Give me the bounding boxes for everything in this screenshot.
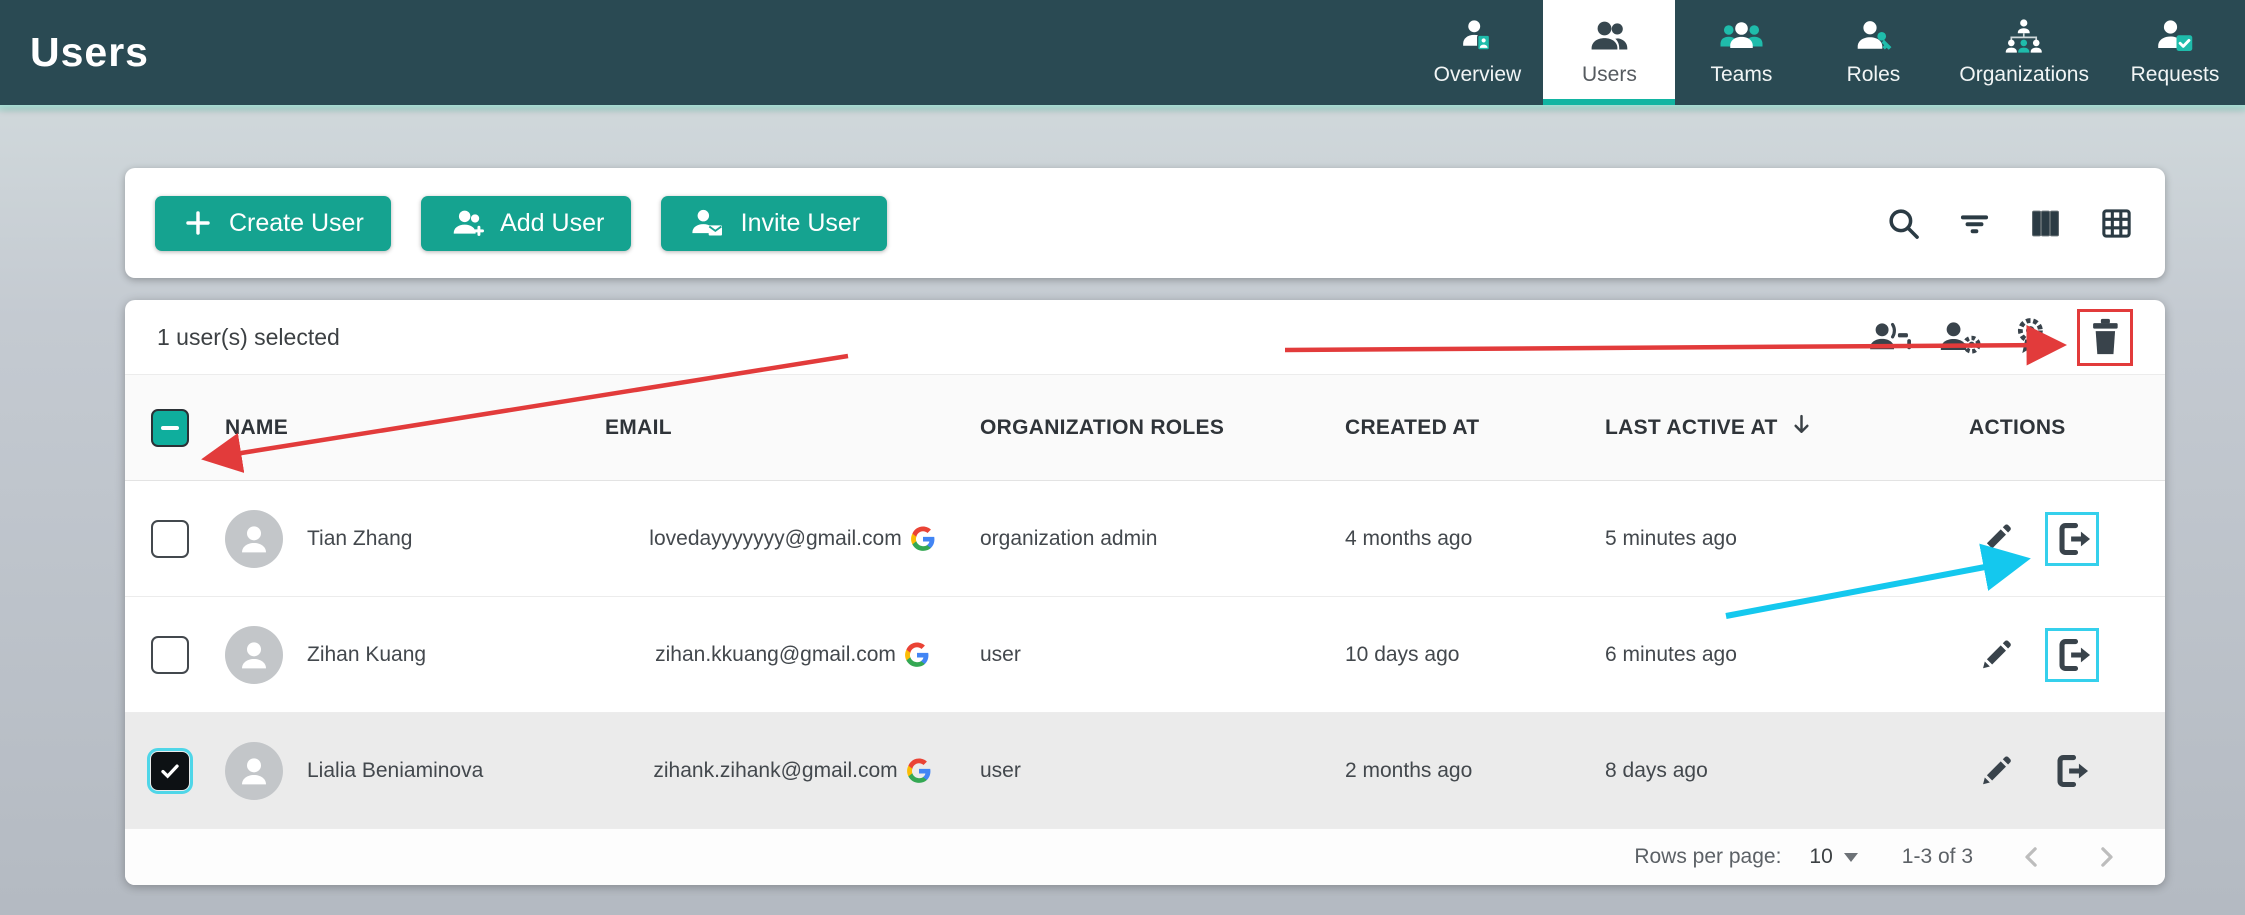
invite-user-button[interactable]: Invite User (661, 196, 887, 251)
user-email: lovedayyyyyyy@gmail.com (649, 527, 901, 551)
created-at: 4 months ago (1345, 527, 1472, 550)
users-table-card: 1 user(s) selected (125, 300, 2165, 885)
tab-label: Organizations (1959, 63, 2089, 87)
user-name: Tian Zhang (307, 527, 412, 551)
google-icon (904, 642, 930, 668)
next-page-button[interactable] (2091, 842, 2121, 872)
previous-page-button[interactable] (2017, 842, 2047, 872)
tab-label: Overview (1434, 63, 1522, 87)
button-label: Add User (500, 209, 604, 238)
row-checkbox[interactable] (151, 752, 189, 790)
page-title: Users (30, 29, 149, 76)
remove-user-button[interactable] (2045, 628, 2099, 682)
tab-label: Teams (1710, 63, 1772, 87)
last-active-at: 8 days ago (1605, 759, 1708, 783)
pagination-range: 1-3 of 3 (1902, 845, 1973, 869)
table-view-controls (1885, 205, 2135, 242)
users-admin-page: Users Overview Users Teams (0, 0, 2245, 915)
created-at: 2 months ago (1345, 759, 1472, 782)
remove-user-button[interactable] (2045, 512, 2099, 566)
columns-icon[interactable] (2027, 205, 2064, 242)
filter-icon[interactable] (1956, 205, 1993, 242)
avatar (225, 626, 283, 684)
add-user-icon (448, 207, 485, 239)
user-settings-icon[interactable] (1937, 314, 1983, 360)
teams-icon (1719, 18, 1764, 54)
user-email: zihan.kkuang@gmail.com (655, 643, 896, 667)
row-checkbox[interactable] (151, 636, 189, 674)
edit-user-button[interactable] (1971, 744, 2021, 798)
add-user-button[interactable]: Add User (421, 196, 632, 251)
avatar (225, 742, 283, 800)
select-all-checkbox[interactable] (151, 409, 189, 447)
created-at: 10 days ago (1345, 643, 1459, 666)
grid-icon[interactable] (2098, 205, 2135, 242)
dropdown-arrow-icon (1844, 853, 1858, 862)
plus-icon (182, 207, 214, 239)
edit-user-button[interactable] (1971, 628, 2021, 682)
nav-tabs: Overview Users Teams Roles (1411, 0, 2245, 105)
tab-label: Users (1582, 63, 1637, 87)
requests-icon (2154, 18, 2196, 54)
column-header-roles[interactable]: ORGANIZATION ROLES (980, 416, 1224, 439)
rows-per-page-label: Rows per page: (1634, 845, 1781, 869)
tab-users[interactable]: Users (1543, 0, 1675, 105)
column-header-last-active[interactable]: LAST ACTIVE AT (1605, 416, 1778, 440)
tab-label: Requests (2131, 63, 2220, 87)
last-active-at: 6 minutes ago (1605, 643, 1737, 667)
column-header-actions: ACTIONS (1969, 416, 2066, 440)
remove-user-button[interactable] (2045, 744, 2095, 798)
rows-per-page-select[interactable]: 10 (1809, 845, 1857, 869)
annotation-red-box-trash (2077, 309, 2133, 366)
actions-toolbar: Create User Add User Invite User (125, 168, 2165, 278)
top-navigation-bar: Users Overview Users Teams (0, 0, 2245, 105)
last-active-at: 5 minutes ago (1605, 527, 1737, 551)
button-label: Create User (229, 209, 364, 238)
table-footer: Rows per page: 10 1-3 of 3 (125, 829, 2165, 885)
user-role: user (980, 643, 1021, 666)
google-icon (906, 758, 932, 784)
organizations-icon (2003, 18, 2045, 54)
column-header-created[interactable]: CREATED AT (1345, 416, 1479, 439)
edit-user-button[interactable] (1971, 512, 2021, 566)
table-row: Zihan Kuang zihan.kkuang@gmail.com user … (125, 597, 2165, 713)
tab-requests[interactable]: Requests (2109, 0, 2241, 105)
bulk-action-icons (1867, 309, 2133, 366)
avatar (225, 510, 283, 568)
user-role: user (980, 759, 1021, 782)
remove-user-from-team-icon[interactable] (1867, 314, 1913, 360)
google-icon (910, 526, 936, 552)
table-row: Tian Zhang lovedayyyyyyy@gmail.com organ… (125, 481, 2165, 597)
indeterminate-mark (161, 426, 179, 430)
trash-icon[interactable] (2082, 314, 2128, 360)
users-icon (1588, 18, 1630, 54)
selection-bar: 1 user(s) selected (125, 300, 2165, 375)
create-user-button[interactable]: Create User (155, 196, 391, 251)
user-email: zihank.zihank@gmail.com (653, 759, 897, 783)
selection-count: 1 user(s) selected (157, 324, 340, 351)
sort-desc-icon[interactable] (1788, 411, 1815, 444)
user-name: Lialia Beniaminova (307, 759, 483, 783)
invite-user-icon (688, 207, 725, 239)
search-icon[interactable] (1885, 205, 1922, 242)
tab-organizations[interactable]: Organizations (1939, 0, 2109, 105)
column-header-email[interactable]: EMAIL (605, 416, 672, 440)
row-checkbox[interactable] (151, 520, 189, 558)
award-icon[interactable] (2007, 314, 2053, 360)
rows-per-page-value: 10 (1809, 845, 1832, 869)
roles-icon (1852, 18, 1894, 54)
column-header-name[interactable]: NAME (225, 416, 288, 440)
tab-teams[interactable]: Teams (1675, 0, 1807, 105)
user-name: Zihan Kuang (307, 643, 426, 667)
user-role: organization admin (980, 527, 1157, 550)
tab-overview[interactable]: Overview (1411, 0, 1543, 105)
rows-per-page: Rows per page: 10 (1634, 845, 1857, 869)
tab-roles[interactable]: Roles (1807, 0, 1939, 105)
button-label: Invite User (741, 209, 860, 238)
tab-label: Roles (1847, 63, 1901, 87)
overview-icon (1459, 18, 1495, 54)
table-row: Lialia Beniaminova zihank.zihank@gmail.c… (125, 713, 2165, 829)
table-header-row: NAME EMAIL ORGANIZATION ROLES CREATED AT… (125, 375, 2165, 481)
